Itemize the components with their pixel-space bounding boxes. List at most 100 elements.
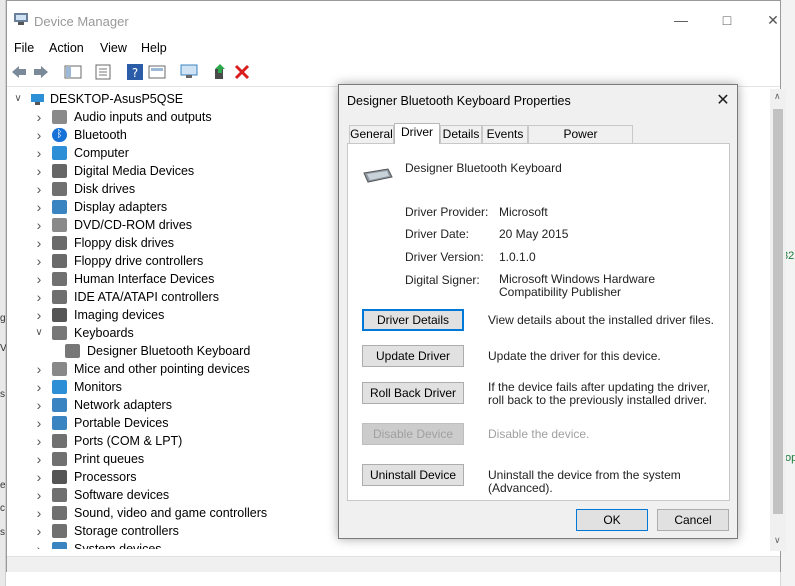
floppy-icon — [52, 236, 67, 250]
menu-view[interactable]: View — [100, 41, 127, 55]
maximize-button[interactable]: □ — [704, 7, 750, 33]
tree-item-label: Network adapters — [74, 398, 172, 412]
update-driver-icon[interactable] — [210, 63, 230, 81]
disable-device-button[interactable]: Disable Device — [362, 423, 464, 445]
tree-vertical-scrollbar[interactable]: ∧ ∨ — [770, 89, 786, 551]
chevron-right-icon[interactable]: › — [34, 126, 44, 144]
chevron-right-icon[interactable]: › — [34, 360, 44, 378]
chevron-right-icon[interactable]: › — [34, 270, 44, 288]
cancel-button[interactable]: Cancel — [657, 509, 729, 531]
chevron-right-icon[interactable]: › — [34, 450, 44, 468]
chevron-right-icon[interactable]: › — [34, 162, 44, 180]
window-title: Device Manager — [34, 14, 129, 29]
ok-button[interactable]: OK — [576, 509, 648, 531]
driver-date-label: Driver Date: — [405, 227, 470, 241]
driver-version-label: Driver Version: — [405, 250, 484, 264]
tab-details[interactable]: Details — [440, 125, 482, 143]
tree-item-label: IDE ATA/ATAPI controllers — [74, 290, 219, 304]
chevron-right-icon[interactable]: › — [34, 414, 44, 432]
chevron-right-icon[interactable]: › — [34, 216, 44, 234]
tree-item-label: Software devices — [74, 488, 170, 502]
tree-item-label: Computer — [74, 146, 129, 160]
menu-action[interactable]: Action — [49, 41, 84, 55]
device-panel-icon[interactable] — [147, 63, 167, 81]
chevron-right-icon[interactable]: › — [34, 234, 44, 252]
dialog-close-button[interactable]: ✕ — [711, 89, 735, 113]
scroll-up-icon[interactable]: ∧ — [774, 91, 781, 102]
driver-details-desc: View details about the installed driver … — [488, 313, 714, 327]
chevron-down-icon[interactable]: ∨ — [13, 90, 23, 108]
chevron-right-icon[interactable]: › — [34, 396, 44, 414]
tab-events[interactable]: Events — [482, 125, 528, 143]
driver-details-button[interactable]: Driver Details — [362, 309, 464, 331]
chevron-down-icon[interactable]: ∨ — [34, 324, 44, 342]
chevron-right-icon[interactable]: › — [34, 378, 44, 396]
tab-driver[interactable]: Driver — [394, 123, 440, 144]
scroll-down-icon[interactable]: ∨ — [774, 535, 781, 546]
chevron-right-icon[interactable]: › — [34, 144, 44, 162]
tree-item-label: Sound, video and game controllers — [74, 506, 268, 520]
tab-general[interactable]: General — [349, 125, 394, 143]
bluetooth-icon: ᛒ — [52, 128, 67, 142]
chevron-right-icon[interactable]: › — [34, 180, 44, 198]
properties-dialog: Designer Bluetooth Keyboard Properties ✕… — [338, 84, 738, 539]
scroll-thumb[interactable] — [773, 109, 783, 514]
chevron-right-icon[interactable]: › — [34, 468, 44, 486]
printer-icon — [52, 452, 67, 466]
minimize-button[interactable]: — — [658, 7, 704, 33]
floppy-controller-icon — [52, 254, 67, 268]
device-manager-icon — [14, 13, 28, 25]
keyboard-icon — [363, 168, 393, 183]
update-driver-button[interactable]: Update Driver — [362, 345, 464, 367]
menu-bar: File Action View Help — [7, 37, 780, 59]
show-hide-tree-icon[interactable] — [63, 63, 83, 81]
dialog-title: Designer Bluetooth Keyboard Properties — [347, 94, 571, 108]
chevron-right-icon[interactable]: › — [34, 540, 44, 549]
tree-item-label: Portable Devices — [74, 416, 169, 430]
tree-item-label: Floppy disk drives — [74, 236, 175, 250]
menu-help[interactable]: Help — [141, 41, 167, 55]
chevron-right-icon[interactable]: › — [34, 504, 44, 522]
tree-item-label: Imaging devices — [74, 308, 165, 322]
title-bar: Device Manager — □ ✕ — [7, 1, 780, 37]
tab-power-management[interactable]: Power Management — [528, 125, 633, 157]
background-text: g — [0, 313, 6, 324]
chevron-right-icon[interactable]: › — [34, 198, 44, 216]
chevron-right-icon[interactable]: › — [34, 252, 44, 270]
uninstall-icon[interactable] — [232, 63, 252, 81]
driver-provider-value: Microsoft — [499, 205, 548, 219]
software-device-icon — [52, 488, 67, 502]
chevron-right-icon[interactable]: › — [34, 432, 44, 450]
storage-controller-icon — [52, 524, 67, 538]
chevron-right-icon[interactable]: › — [34, 522, 44, 540]
horizontal-scrollbar[interactable] — [7, 556, 780, 572]
keyboard-icon — [52, 326, 67, 340]
svg-text:?: ? — [132, 66, 138, 80]
tree-item-label: Ports (COM & LPT) — [74, 434, 183, 448]
tree-item-label: Mice and other pointing devices — [74, 362, 250, 376]
digital-signer-value: Microsoft Windows Hardware Compatibility… — [499, 272, 656, 299]
close-button[interactable]: ✕ — [750, 7, 795, 33]
driver-version-value: 1.0.1.0 — [499, 250, 536, 264]
tree-item-label: Human Interface Devices — [74, 272, 215, 286]
menu-file[interactable]: File — [14, 41, 34, 55]
uninstall-device-button[interactable]: Uninstall Device — [362, 464, 464, 486]
chevron-right-icon[interactable]: › — [34, 288, 44, 306]
tree-item-label: Digital Media Devices — [74, 164, 195, 178]
chevron-right-icon[interactable]: › — [34, 306, 44, 324]
help-icon[interactable]: ? — [125, 63, 145, 81]
chevron-right-icon[interactable]: › — [34, 108, 44, 126]
roll-back-driver-button[interactable]: Roll Back Driver — [362, 382, 464, 404]
monitor-icon — [52, 146, 67, 160]
background-text: e — [0, 480, 6, 491]
scan-hardware-icon[interactable] — [179, 63, 199, 81]
back-arrow-icon[interactable] — [9, 63, 29, 81]
forward-arrow-icon[interactable] — [31, 63, 51, 81]
keyboard-icon — [65, 344, 80, 358]
ide-controller-icon — [52, 290, 67, 304]
tree-item-label: Monitors — [74, 380, 122, 394]
chevron-right-icon[interactable]: › — [34, 486, 44, 504]
disable-device-desc: Disable the device. — [488, 427, 590, 441]
background-text: s — [0, 527, 5, 538]
properties-icon[interactable] — [93, 63, 113, 81]
